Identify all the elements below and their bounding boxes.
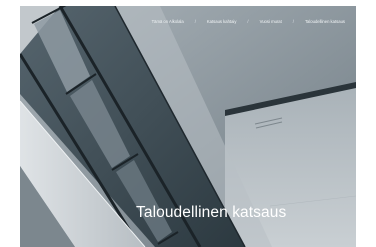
breadcrumb: Tämä on Alkolala / Katsaus kahtaiy / Vuo… (152, 19, 345, 24)
page-title: Taloudellinen katsaus (136, 204, 287, 221)
breadcrumb-item-taloudellinen-katsaus[interactable]: Taloudellinen katsaus (305, 19, 345, 24)
breadcrumb-item-katsaus-kahtaiy[interactable]: Katsaus kahtaiy (207, 19, 237, 24)
breadcrumb-separator: / (194, 19, 196, 24)
hero-banner: Tämä on Alkolala / Katsaus kahtaiy / Vuo… (20, 6, 356, 247)
breadcrumb-item-tama-on-alkolala[interactable]: Tämä on Alkolala (152, 19, 184, 24)
breadcrumb-separator: / (247, 19, 249, 24)
breadcrumb-item-vuosi-murat[interactable]: Vuosi murat (260, 19, 282, 24)
breadcrumb-separator: / (292, 19, 294, 24)
